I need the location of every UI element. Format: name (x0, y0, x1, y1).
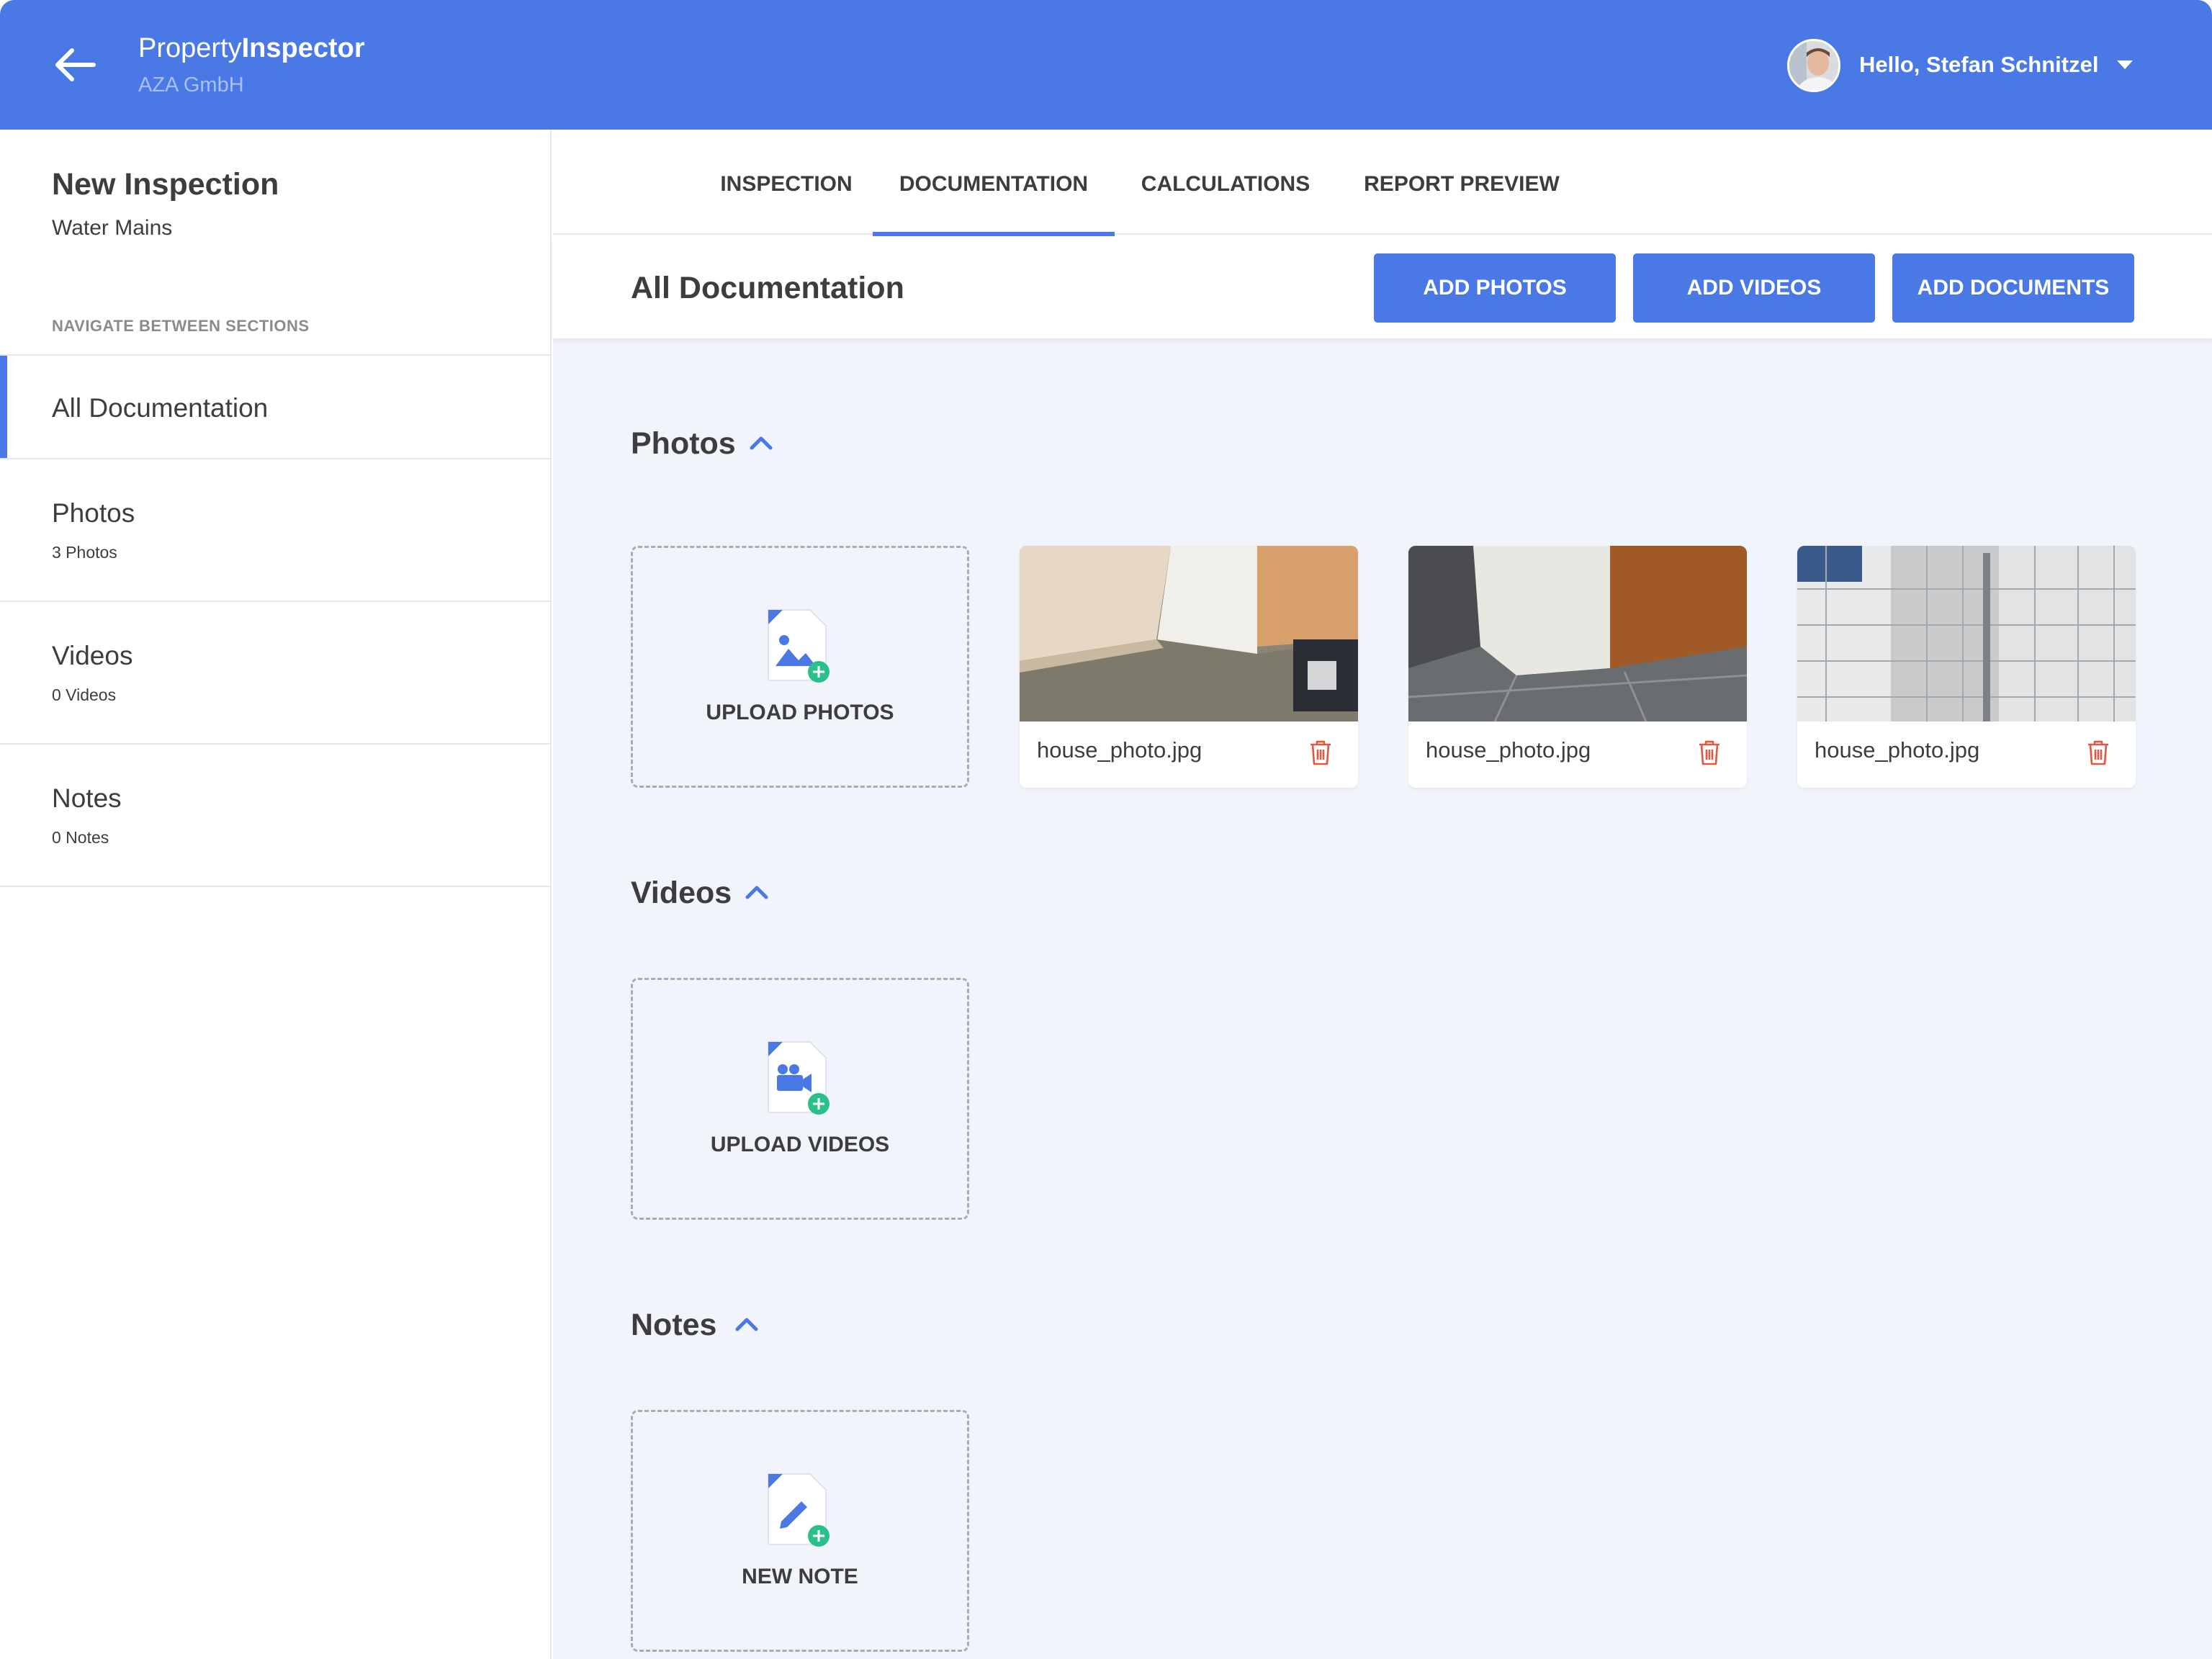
tab-documentation[interactable]: DOCUMENTATION (873, 130, 1115, 236)
file-image-plus-icon (768, 609, 830, 683)
trash-icon[interactable] (2085, 739, 2111, 766)
photo-thumbnail[interactable] (1797, 546, 2136, 721)
company-name: AZA GmbH (138, 73, 244, 96)
new-note-tile[interactable]: NEW NOTE (631, 1410, 969, 1652)
sidebar-item-count: 3 Photos (52, 543, 117, 562)
user-greeting[interactable]: Hello, Stefan Schnitzel (1859, 52, 2098, 78)
photo-card: house_photo.jpg (1797, 546, 2136, 788)
back-arrow-icon[interactable] (52, 45, 98, 85)
trash-icon[interactable] (1696, 739, 1722, 766)
sidebar-item-count: 0 Videos (52, 685, 117, 704)
sidebar-item-label: Photos (52, 498, 135, 528)
photo-card: house_photo.jpg (1408, 546, 1747, 788)
notes-section-title: Notes (631, 1308, 717, 1342)
sidebar-item-all-documentation[interactable]: All Documentation (0, 354, 550, 458)
avatar[interactable] (1787, 39, 1840, 92)
add-videos-button[interactable]: ADD VIDEOS (1633, 253, 1875, 323)
photos-section-title: Photos (631, 426, 736, 461)
tab-bar: INSPECTION DOCUMENTATION CALCULATIONS RE… (553, 130, 2212, 236)
chevron-up-icon[interactable] (734, 1316, 759, 1332)
sidebar-item-notes[interactable]: Notes 0 Notes (0, 743, 550, 887)
new-note-label: NEW NOTE (742, 1565, 858, 1588)
sidebar-item-photos[interactable]: Photos 3 Photos (0, 458, 550, 601)
section-header: All Documentation ADD PHOTOS ADD VIDEOS … (553, 236, 2212, 338)
caret-down-icon[interactable] (2117, 60, 2133, 69)
photo-card: house_photo.jpg (1020, 546, 1358, 788)
file-pencil-plus-icon (768, 1473, 830, 1547)
app-brand: PropertyInspector (138, 33, 365, 63)
photo-thumbnail[interactable] (1408, 546, 1747, 721)
nav-caption: NAVIGATE BETWEEN SECTIONS (52, 317, 310, 335)
sidebar-item-label: Notes (52, 783, 122, 813)
page-title: New Inspection (52, 167, 279, 202)
photo-filename: house_photo.jpg (1815, 737, 1980, 763)
tab-report-preview[interactable]: REPORT PREVIEW (1354, 130, 1570, 235)
photo-filename: house_photo.jpg (1426, 737, 1591, 763)
add-photos-button[interactable]: ADD PHOTOS (1374, 253, 1616, 323)
sidebar: New Inspection Water Mains NAVIGATE BETW… (0, 130, 552, 1659)
app-header: PropertyInspector AZA GmbH Hello, Stefan… (0, 0, 2212, 130)
tab-calculations[interactable]: CALCULATIONS (1118, 130, 1334, 235)
photo-thumbnail[interactable] (1020, 546, 1358, 721)
chevron-up-icon[interactable] (745, 884, 769, 900)
trash-icon[interactable] (1308, 739, 1334, 766)
sidebar-item-videos[interactable]: Videos 0 Videos (0, 601, 550, 743)
file-video-plus-icon (768, 1041, 830, 1115)
add-documents-button[interactable]: ADD DOCUMENTS (1892, 253, 2134, 323)
upload-videos-label: UPLOAD VIDEOS (710, 1133, 890, 1156)
upload-photos-tile[interactable]: UPLOAD PHOTOS (631, 546, 969, 788)
sidebar-item-label: All Documentation (52, 393, 269, 423)
videos-section-title: Videos (631, 876, 732, 910)
tab-inspection[interactable]: INSPECTION (665, 130, 907, 235)
sidebar-item-label: Videos (52, 641, 133, 670)
sidebar-item-count: 0 Notes (52, 828, 109, 847)
photo-filename: house_photo.jpg (1037, 737, 1202, 763)
section-heading: All Documentation (631, 271, 904, 305)
upload-videos-tile[interactable]: UPLOAD VIDEOS (631, 978, 969, 1220)
documentation-content: Photos UPLOAD PHOTOS house_photo.jpg hou… (553, 338, 2212, 1659)
chevron-up-icon[interactable] (749, 435, 773, 451)
page-subtitle: Water Mains (52, 216, 173, 240)
upload-photos-label: UPLOAD PHOTOS (706, 701, 894, 724)
user-portrait-icon (1789, 41, 1838, 90)
